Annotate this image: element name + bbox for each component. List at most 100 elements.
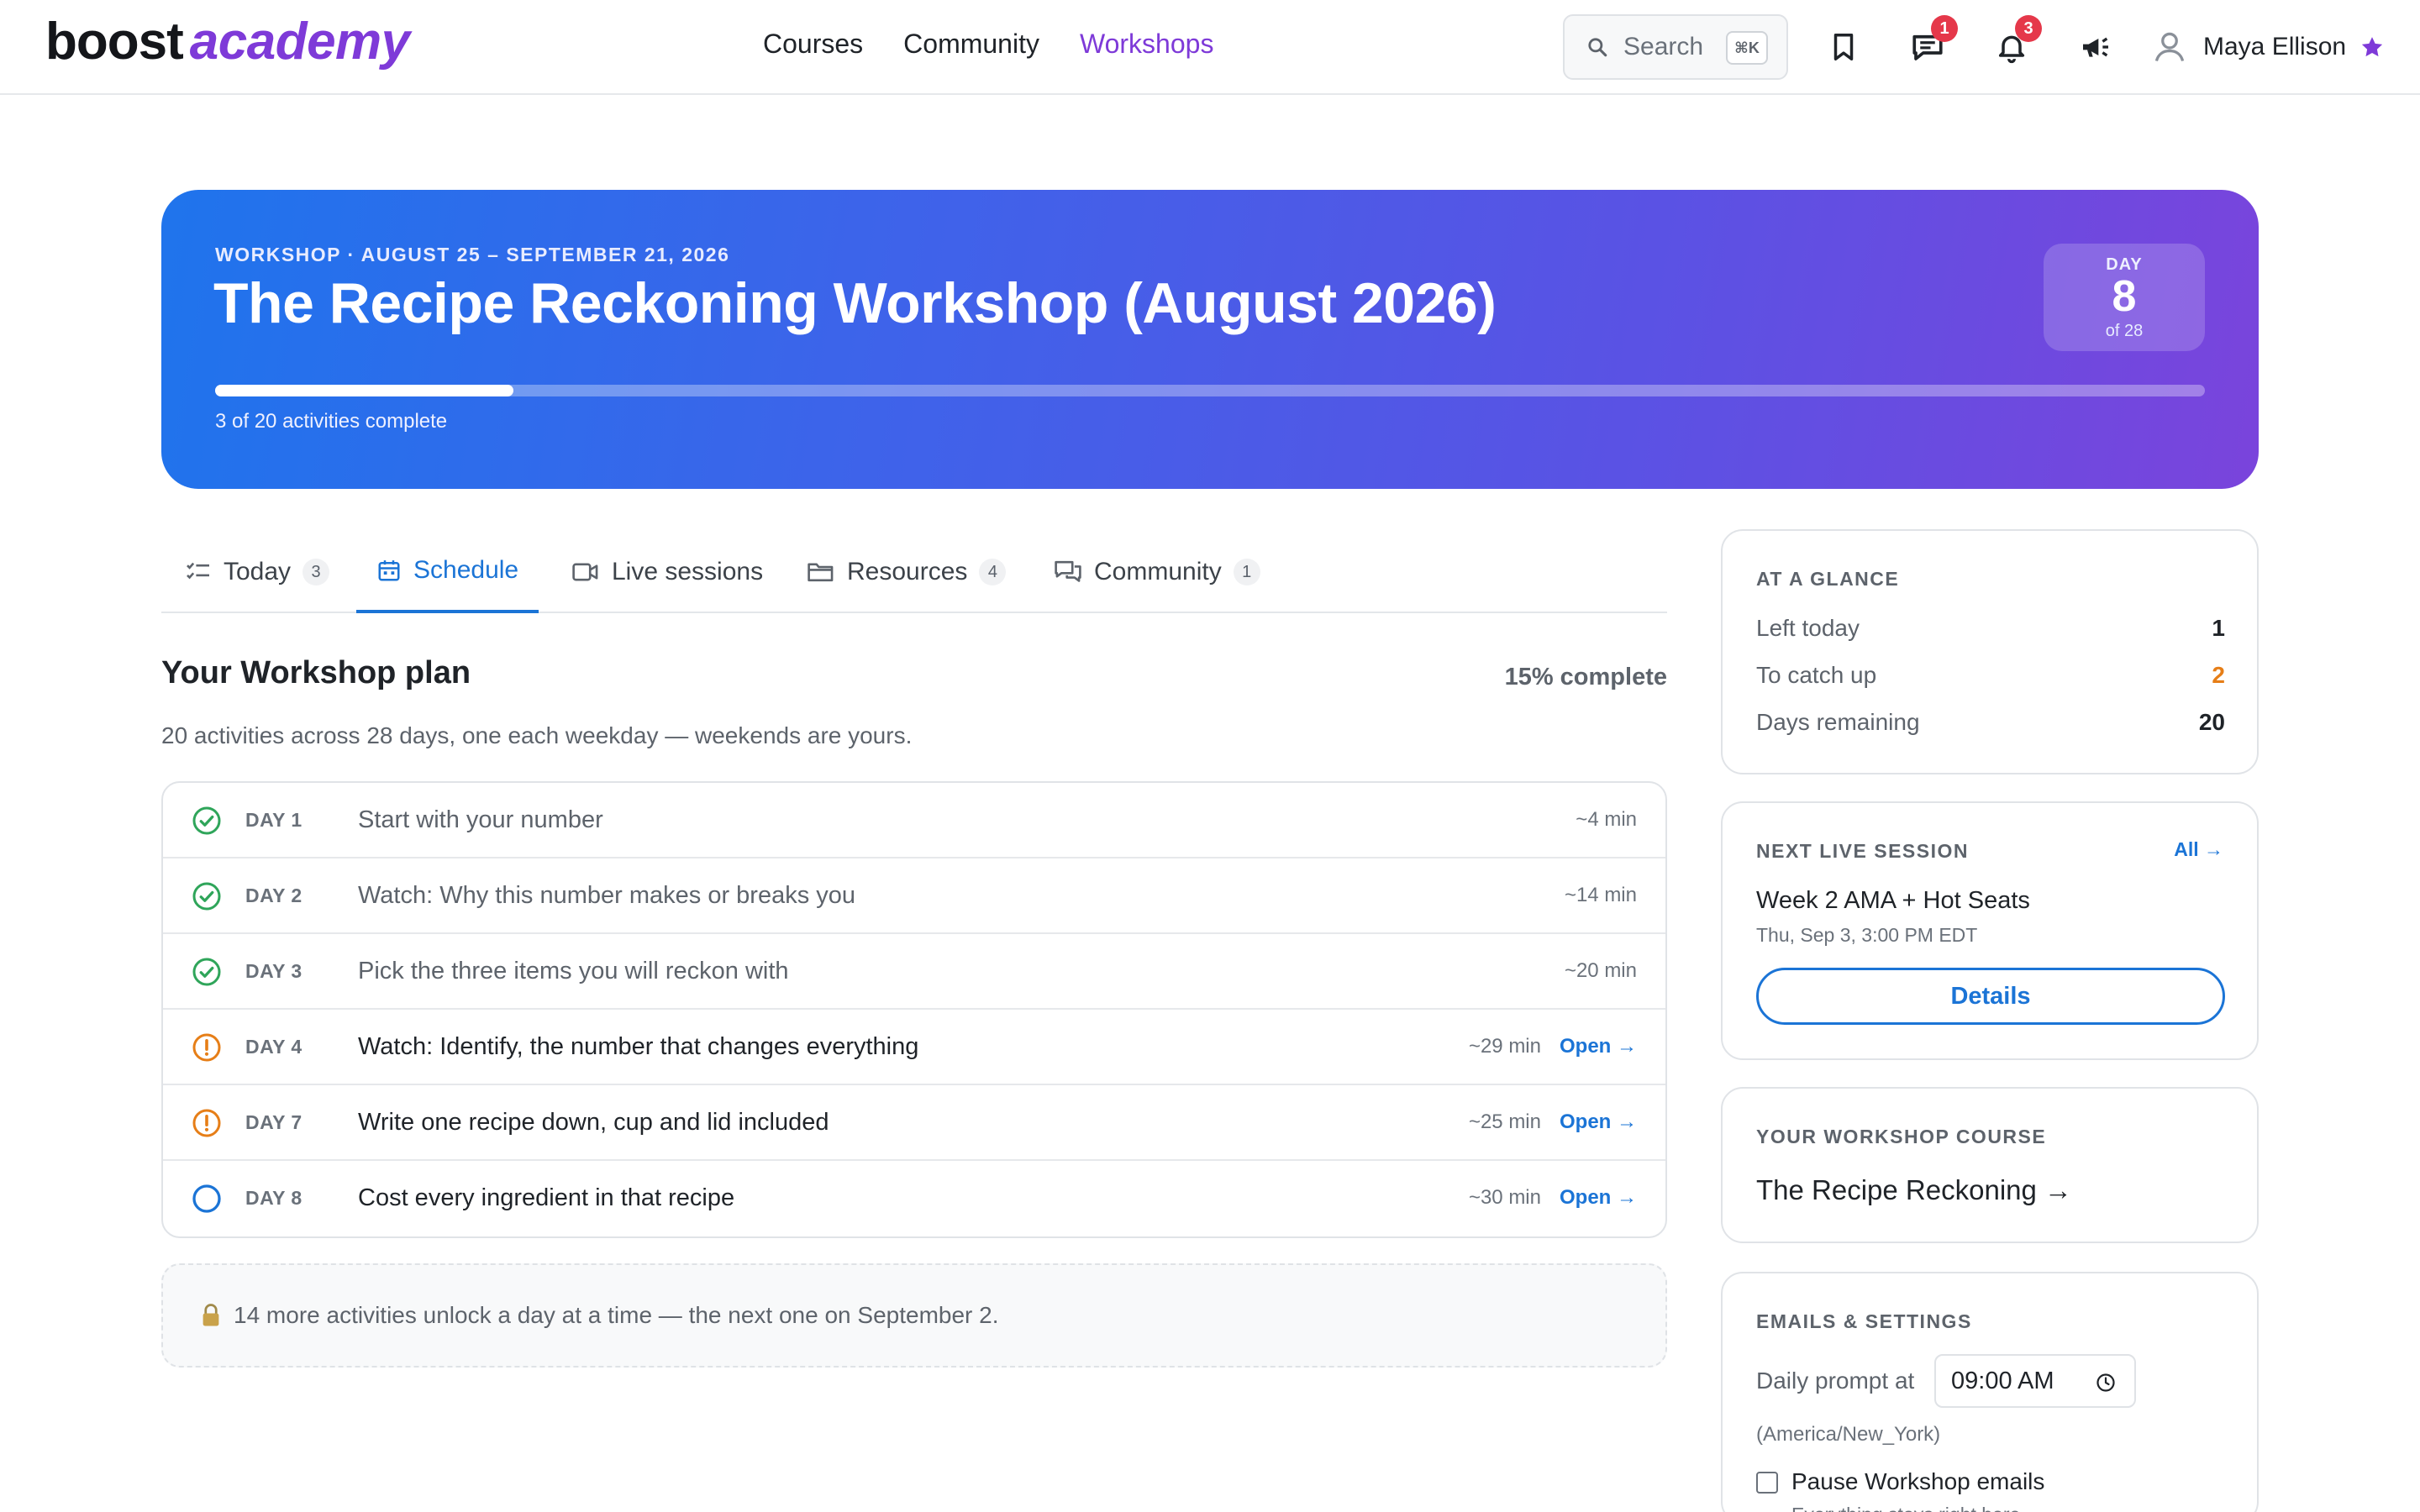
pause-emails-label[interactable]: Pause Workshop emails bbox=[1791, 1468, 2044, 1495]
activity-title: Write one recipe down, cup and lid inclu… bbox=[358, 1109, 829, 1136]
tab-today-count: 3 bbox=[302, 559, 330, 585]
activity-row[interactable]: DAY 4 Watch: Identify, the number that c… bbox=[163, 1010, 1665, 1085]
tab-resources-count: 4 bbox=[979, 559, 1007, 585]
all-sessions-link[interactable]: All → bbox=[2174, 838, 2223, 861]
tab-today-label: Today bbox=[224, 558, 292, 585]
messages-button[interactable]: 1 bbox=[1902, 15, 1958, 72]
glance-row-left-today: Left today 1 bbox=[1756, 615, 2225, 642]
logo-academy: academy bbox=[189, 13, 410, 71]
pause-emails-checkbox[interactable] bbox=[1756, 1472, 1778, 1494]
at-a-glance-card: AT A GLANCE Left today 1 To catch up 2 D… bbox=[1721, 529, 2259, 774]
workshop-tabs: Today 3 Schedule Live sessions Resources… bbox=[161, 531, 1667, 613]
workshop-hero: WORKSHOP · AUGUST 25 – SEPTEMBER 21, 202… bbox=[161, 190, 2259, 489]
check-circle-icon bbox=[192, 882, 221, 911]
daily-prompt-label: Daily prompt at bbox=[1756, 1368, 1915, 1394]
tab-schedule-label: Schedule bbox=[413, 556, 519, 584]
session-heading: NEXT LIVE SESSION bbox=[1756, 840, 1969, 862]
glance-label: Days remaining bbox=[1756, 709, 1920, 735]
daily-prompt-time-value: 09:00 AM bbox=[1951, 1367, 2054, 1394]
glance-label: To catch up bbox=[1756, 662, 1877, 688]
user-avatar-icon bbox=[2154, 32, 2185, 62]
workshop-course-card: YOUR WORKSHOP COURSE The Recipe Reckonin… bbox=[1721, 1087, 2259, 1243]
activity-duration: ~20 min bbox=[1564, 959, 1637, 982]
search-button[interactable]: Search ⌘K bbox=[1563, 14, 1788, 80]
clock-icon bbox=[2096, 1373, 2115, 1392]
nav-link-community[interactable]: Community bbox=[903, 29, 1039, 60]
activity-day: DAY 7 bbox=[245, 1111, 302, 1133]
search-label: Search bbox=[1623, 33, 1704, 60]
next-live-session-card: NEXT LIVE SESSION All → Week 2 AMA + Hot… bbox=[1721, 801, 2259, 1060]
day-chip-total: of 28 bbox=[2105, 322, 2144, 340]
alert-circle-icon bbox=[192, 1109, 221, 1137]
tab-community-label: Community bbox=[1094, 558, 1222, 585]
daily-prompt-time-input[interactable]: 09:00 AM bbox=[1934, 1354, 2136, 1408]
tab-resources-label: Resources bbox=[847, 558, 968, 585]
bookmark-icon bbox=[1833, 34, 1854, 60]
workshop-progress-text: 3 of 20 activities complete bbox=[215, 410, 448, 433]
checklist-icon bbox=[187, 562, 209, 580]
activity-day: DAY 2 bbox=[245, 885, 302, 906]
activity-duration: ~29 min bbox=[1468, 1035, 1541, 1058]
activity-title: Cost every ingredient in that recipe bbox=[358, 1184, 735, 1211]
nav-link-workshops[interactable]: Workshops bbox=[1080, 29, 1213, 60]
activity-row[interactable]: DAY 2 Watch: Why this number makes or br… bbox=[163, 858, 1665, 934]
activity-list: DAY 1 Start with your number ~4 min DAY … bbox=[161, 781, 1667, 1238]
course-heading: YOUR WORKSHOP COURSE bbox=[1756, 1126, 2047, 1147]
activity-open-link[interactable]: Open → bbox=[1560, 1010, 1637, 1084]
tab-community-count: 1 bbox=[1233, 559, 1260, 585]
tab-live-sessions[interactable]: Live sessions bbox=[571, 531, 763, 613]
hero-eyebrow: WORKSHOP · AUGUST 25 – SEPTEMBER 21, 202… bbox=[215, 244, 730, 265]
tab-today[interactable]: Today 3 bbox=[182, 531, 333, 613]
session-details-button[interactable]: Details bbox=[1756, 968, 2225, 1025]
notifications-badge: 3 bbox=[2015, 15, 2042, 42]
logo-boost: boost bbox=[45, 13, 184, 71]
activity-row[interactable]: DAY 1 Start with your number ~4 min bbox=[163, 783, 1665, 858]
workshop-course-link[interactable]: The Recipe Reckoning → bbox=[1756, 1174, 2072, 1206]
user-name: Maya Ellison bbox=[2203, 33, 2347, 60]
settings-heading: EMAILS & SETTINGS bbox=[1756, 1310, 1972, 1332]
unlock-text: 14 more activities unlock a day at a tim… bbox=[234, 1302, 999, 1328]
tab-live-sessions-label: Live sessions bbox=[612, 558, 764, 585]
activity-title: Watch: Why this number makes or breaks y… bbox=[358, 882, 856, 909]
bookmarks-button[interactable] bbox=[1818, 22, 1869, 72]
activity-title: Watch: Identify, the number that changes… bbox=[358, 1033, 919, 1060]
activity-open-link[interactable]: Open → bbox=[1560, 1085, 1637, 1159]
activity-open-link[interactable]: Open → bbox=[1560, 1161, 1637, 1235]
tab-resources[interactable]: Resources 4 bbox=[807, 531, 1007, 613]
activity-day: DAY 8 bbox=[245, 1187, 302, 1209]
plan-subtitle: 20 activities across 28 days, one each w… bbox=[161, 722, 913, 748]
day-chip-number: 8 bbox=[2112, 272, 2137, 321]
star-icon bbox=[2361, 37, 2383, 57]
tab-community[interactable]: Community 1 bbox=[1054, 531, 1260, 613]
glance-row-days-remaining: Days remaining 20 bbox=[1756, 709, 2225, 736]
glance-value: 2 bbox=[2212, 662, 2225, 688]
announcements-button[interactable] bbox=[2070, 22, 2121, 72]
top-nav: boost academy Courses Community Workshop… bbox=[0, 0, 2420, 95]
search-icon bbox=[1588, 38, 1607, 57]
activity-day: DAY 4 bbox=[245, 1036, 302, 1058]
glance-heading: AT A GLANCE bbox=[1756, 568, 1900, 590]
user-menu[interactable]: Maya Ellison bbox=[2151, 22, 2385, 72]
activity-row[interactable]: DAY 8 Cost every ingredient in that reci… bbox=[163, 1161, 1665, 1236]
timezone-text: (America/New_York) bbox=[1756, 1423, 1941, 1446]
activity-title: Start with your number bbox=[358, 806, 603, 833]
brand-logo[interactable]: boost academy bbox=[45, 12, 410, 79]
activity-row[interactable]: DAY 7 Write one recipe down, cup and lid… bbox=[163, 1085, 1665, 1161]
workshop-progress-fill bbox=[215, 385, 514, 396]
messages-badge: 1 bbox=[1931, 15, 1958, 42]
activity-row[interactable]: DAY 3 Pick the three items you will reck… bbox=[163, 934, 1665, 1010]
search-shortcut: ⌘K bbox=[1726, 31, 1768, 65]
tab-schedule[interactable]: Schedule bbox=[356, 531, 539, 613]
activity-day: DAY 1 bbox=[245, 809, 302, 831]
check-circle-icon bbox=[192, 958, 221, 986]
nav-link-courses[interactable]: Courses bbox=[763, 29, 863, 60]
activity-duration: ~14 min bbox=[1564, 884, 1637, 906]
activity-title: Pick the three items you will reckon wit… bbox=[358, 958, 789, 984]
empty-circle-icon bbox=[192, 1184, 221, 1213]
folder-icon bbox=[808, 563, 834, 582]
main-nav: Courses Community Workshops bbox=[763, 29, 1213, 60]
notifications-button[interactable]: 3 bbox=[1986, 15, 2042, 72]
workshop-title: The Recipe Reckoning Workshop (August 20… bbox=[213, 271, 1497, 335]
activity-day: DAY 3 bbox=[245, 960, 302, 982]
calendar-icon bbox=[378, 560, 400, 581]
